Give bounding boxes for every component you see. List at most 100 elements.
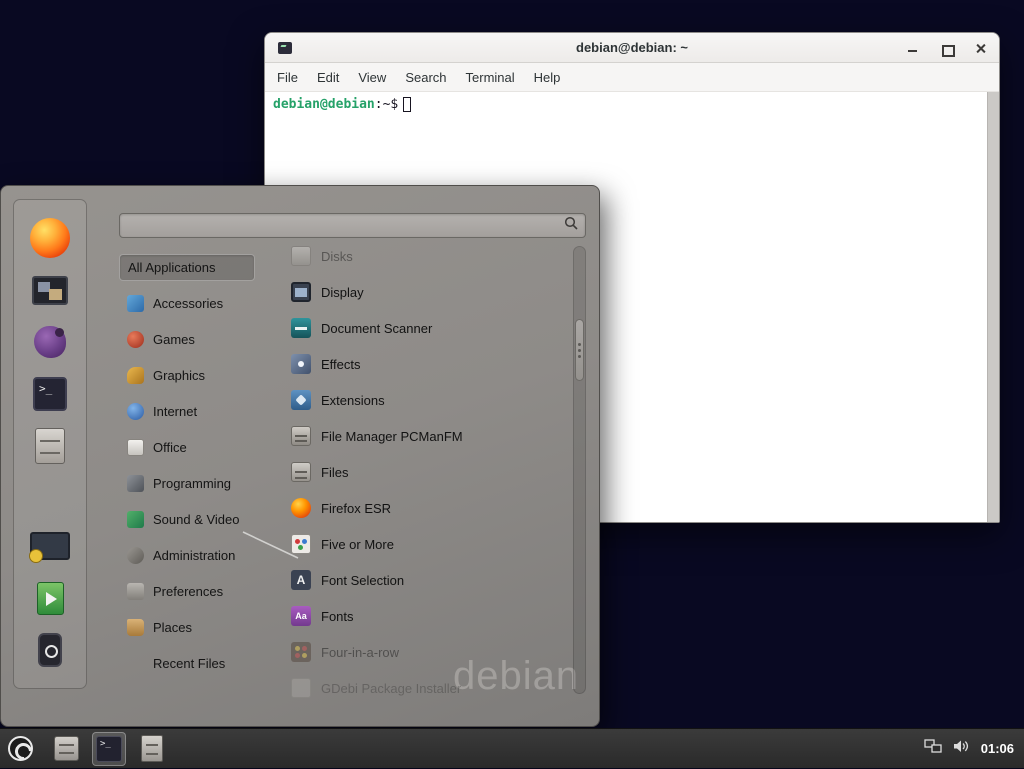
file-cabinet-icon xyxy=(35,428,65,464)
shutdown-icon xyxy=(38,633,62,667)
app-item-disks[interactable]: Disks xyxy=(291,238,575,274)
window-controls xyxy=(906,33,987,63)
menubar-item-edit[interactable]: Edit xyxy=(317,70,339,85)
category-sound-video[interactable]: Sound & Video xyxy=(119,501,255,537)
prompt-user: debian@debian xyxy=(273,97,375,112)
volume-icon[interactable] xyxy=(953,739,970,759)
graphics-icon xyxy=(127,367,144,384)
pcmanfm-icon xyxy=(291,426,311,446)
app-item-gdebi[interactable]: GDebi Package Installer xyxy=(291,670,575,706)
system-tray: 01:06 xyxy=(924,739,1024,759)
category-places[interactable]: Places xyxy=(119,609,255,645)
terminal-icon: >_ xyxy=(33,377,67,411)
disks-icon xyxy=(291,246,311,266)
menubar-item-help[interactable]: Help xyxy=(534,70,561,85)
lock-screen-button[interactable] xyxy=(24,520,76,572)
terminal-window-title: debian@debian: ~ xyxy=(265,40,999,55)
favorite-firefox[interactable] xyxy=(24,212,76,264)
favorite-file-manager[interactable] xyxy=(24,420,76,472)
display-icon xyxy=(291,282,311,302)
category-graphics[interactable]: Graphics xyxy=(119,357,255,393)
logout-button[interactable] xyxy=(24,572,76,624)
close-icon[interactable] xyxy=(974,42,987,55)
menu-search-box xyxy=(119,213,586,238)
app-item-document-scanner[interactable]: Document Scanner xyxy=(291,310,575,346)
menubar-item-file[interactable]: File xyxy=(277,70,298,85)
app-list-scrollbar[interactable] xyxy=(573,246,586,694)
preferences-icon xyxy=(127,583,144,600)
app-item-fonts[interactable]: Fonts xyxy=(291,598,575,634)
files-launcher[interactable] xyxy=(135,732,169,766)
photos-icon xyxy=(32,276,68,305)
games-icon xyxy=(127,331,144,348)
maximize-icon[interactable] xyxy=(940,42,953,55)
scrollbar-thumb[interactable] xyxy=(575,319,584,381)
effects-icon xyxy=(291,354,311,374)
shutdown-button[interactable] xyxy=(24,624,76,676)
category-preferences[interactable]: Preferences xyxy=(119,573,255,609)
accessories-icon xyxy=(127,295,144,312)
menubar-item-terminal[interactable]: Terminal xyxy=(466,70,515,85)
app-item-extensions[interactable]: Extensions xyxy=(291,382,575,418)
app-item-four-in-a-row[interactable]: Four-in-a-row xyxy=(291,634,575,670)
minimize-icon[interactable] xyxy=(906,42,919,55)
menubar-item-view[interactable]: View xyxy=(358,70,386,85)
lock-screen-icon xyxy=(30,532,70,560)
files-icon xyxy=(141,735,163,762)
sound-video-icon xyxy=(127,511,144,528)
favorites-column: >_ xyxy=(13,199,87,689)
firefox-icon xyxy=(30,218,70,258)
favorite-bird-app[interactable] xyxy=(24,316,76,368)
category-internet[interactable]: Internet xyxy=(119,393,255,429)
app-item-display[interactable]: Display xyxy=(291,274,575,310)
terminal-titlebar[interactable]: debian@debian: ~ xyxy=(265,33,999,63)
menu-search-input[interactable] xyxy=(120,214,564,237)
category-accessories[interactable]: Accessories xyxy=(119,285,255,321)
category-office[interactable]: Office xyxy=(119,429,255,465)
app-item-effects[interactable]: Effects xyxy=(291,346,575,382)
menu-button[interactable] xyxy=(0,729,40,769)
category-games[interactable]: Games xyxy=(119,321,255,357)
app-item-five-or-more[interactable]: Five or More xyxy=(291,526,575,562)
bird-app-icon xyxy=(34,326,66,358)
icon-spacer xyxy=(127,655,144,672)
files-icon xyxy=(291,462,311,482)
document-scanner-icon xyxy=(291,318,311,338)
menubar-item-search[interactable]: Search xyxy=(405,70,446,85)
category-recent-files[interactable]: Recent Files xyxy=(119,645,255,681)
gdebi-icon xyxy=(291,678,311,698)
favorite-photos[interactable] xyxy=(24,264,76,316)
terminal-menubar: File Edit View Search Terminal Help xyxy=(265,63,999,92)
file-manager-icon xyxy=(54,736,79,761)
clock[interactable]: 01:06 xyxy=(981,741,1014,756)
network-icon[interactable] xyxy=(924,739,942,759)
file-manager-launcher[interactable] xyxy=(49,732,83,766)
terminal-launcher[interactable]: >_ xyxy=(92,732,126,766)
places-icon xyxy=(127,619,144,636)
category-all-applications[interactable]: All Applications xyxy=(119,254,255,281)
internet-icon xyxy=(127,403,144,420)
programming-icon xyxy=(127,475,144,492)
terminal-scrollbar[interactable] xyxy=(987,92,999,522)
app-item-files[interactable]: Files xyxy=(291,454,575,490)
app-item-firefox-esr[interactable]: Firefox ESR xyxy=(291,490,575,526)
app-item-pcmanfm[interactable]: File Manager PCManFM xyxy=(291,418,575,454)
category-administration[interactable]: Administration xyxy=(119,537,255,573)
taskbar-panel: >_ 01:06 xyxy=(0,728,1024,768)
prompt-path: :~$ xyxy=(375,97,398,112)
search-icon xyxy=(564,216,578,235)
favorite-terminal[interactable]: >_ xyxy=(24,368,76,420)
terminal-cursor xyxy=(403,97,411,112)
fonts-icon xyxy=(291,606,311,626)
logout-icon xyxy=(37,582,64,615)
application-list: Disks Display Document Scanner Effects E… xyxy=(291,238,575,706)
desktop: debian@debian: ~ File Edit View Search T… xyxy=(0,0,1024,768)
app-item-font-selection[interactable]: Font Selection xyxy=(291,562,575,598)
cinnamon-logo-icon xyxy=(8,736,33,761)
category-programming[interactable]: Programming xyxy=(119,465,255,501)
terminal-icon: >_ xyxy=(96,736,122,762)
four-in-a-row-icon xyxy=(291,642,311,662)
firefox-icon xyxy=(291,498,311,518)
office-icon xyxy=(127,439,144,456)
font-selection-icon xyxy=(291,570,311,590)
